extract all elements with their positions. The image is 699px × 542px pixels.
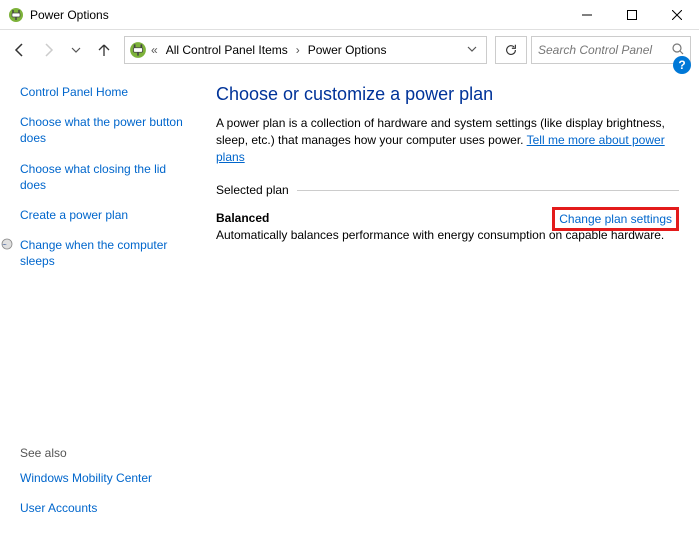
- breadcrumb-segment[interactable]: Power Options: [302, 41, 393, 59]
- see-also-mobility-center[interactable]: Windows Mobility Center: [20, 470, 192, 486]
- change-plan-settings-link[interactable]: Change plan settings: [552, 207, 679, 231]
- see-also: See also Windows Mobility Center User Ac…: [20, 446, 192, 530]
- navbar: « All Control Panel Items › Power Option…: [0, 30, 699, 70]
- refresh-button[interactable]: [495, 36, 527, 64]
- control-panel-home-link[interactable]: Control Panel Home: [20, 84, 192, 100]
- maximize-button[interactable]: [609, 0, 654, 29]
- power-options-icon: [8, 7, 24, 23]
- see-also-user-accounts[interactable]: User Accounts: [20, 500, 192, 516]
- forward-button: [36, 38, 60, 62]
- window-buttons: [564, 0, 699, 29]
- plan-row: Balanced Change plan settings Automatica…: [216, 211, 679, 244]
- breadcrumb[interactable]: « All Control Panel Items › Power Option…: [124, 36, 487, 64]
- main-panel: Choose or customize a power plan A power…: [216, 80, 679, 530]
- page-heading: Choose or customize a power plan: [216, 84, 679, 105]
- close-button[interactable]: [654, 0, 699, 29]
- sidebar: Control Panel Home Choose what the power…: [20, 80, 192, 530]
- chevron-down-icon[interactable]: [462, 43, 482, 57]
- minimize-button[interactable]: [564, 0, 609, 29]
- up-button[interactable]: [92, 38, 116, 62]
- sidebar-link-computer-sleeps[interactable]: Change when the computer sleeps: [20, 237, 192, 269]
- window-title: Power Options: [30, 8, 109, 22]
- sidebar-link-create-plan[interactable]: Create a power plan: [20, 207, 192, 223]
- power-options-icon: [129, 41, 147, 59]
- current-item-icon: [0, 237, 14, 254]
- sidebar-link-closing-lid[interactable]: Choose what closing the lid does: [20, 161, 192, 193]
- recent-locations-button[interactable]: [64, 38, 88, 62]
- titlebar: Power Options: [0, 0, 699, 30]
- see-also-heading: See also: [20, 446, 192, 460]
- sidebar-link-power-button[interactable]: Choose what the power button does: [20, 114, 192, 146]
- section-label: Selected plan: [216, 183, 679, 197]
- plan-name: Balanced: [216, 211, 269, 225]
- search-box[interactable]: [531, 36, 691, 64]
- search-input[interactable]: [538, 43, 668, 57]
- breadcrumb-segment[interactable]: All Control Panel Items: [160, 41, 294, 59]
- breadcrumb-separator-icon[interactable]: «: [151, 43, 158, 57]
- chevron-right-icon[interactable]: ›: [296, 43, 300, 57]
- content-area: Control Panel Home Choose what the power…: [0, 70, 699, 540]
- back-button[interactable]: [8, 38, 32, 62]
- intro-text: A power plan is a collection of hardware…: [216, 115, 679, 165]
